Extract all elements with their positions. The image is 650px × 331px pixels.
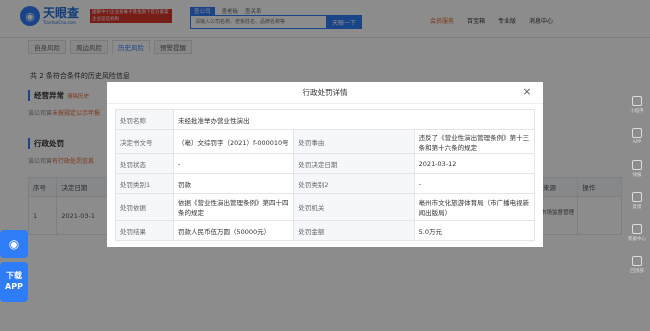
arrow-up-icon (632, 256, 642, 266)
modal-title: 行政处罚详情 (107, 82, 543, 104)
penalty-detail-modal: 行政处罚详情 × 处罚名称 未经批准举办营业性演出 决定书文号 （亳）文综罚字（… (107, 82, 543, 247)
detail-row: 决定书文号 （亳）文综罚字（2021）f-000010号 处罚事由 违反了《营业… (115, 129, 536, 154)
close-icon[interactable]: × (521, 86, 533, 98)
sidebar-item-feedback[interactable]: 反馈 (632, 192, 642, 221)
detail-row: 处罚依据 依据《营业性演出管理条例》第四十四条的规定 处罚机关 亳州市文化旅游体… (115, 193, 536, 221)
detail-row: 处罚名称 未经批准举办营业性演出 (115, 109, 535, 130)
feedback-icon (632, 192, 642, 202)
penalty-detail-table: 处罚名称 未经批准举办营业性演出 决定书文号 （亳）文综罚字（2021）f-00… (115, 109, 536, 241)
sidebar-item-app[interactable]: APP (632, 128, 642, 157)
miniapp-icon (632, 96, 642, 106)
detail-row: 处罚结果 罚款人民币伍万圆（50000元） 处罚金额 5.0万元 (115, 220, 536, 241)
sidebar-item-miniapp[interactable]: 小程序 (630, 96, 644, 125)
news-icon (632, 160, 642, 170)
phone-icon (632, 128, 642, 138)
sidebar-item-news[interactable]: 快报 (632, 160, 642, 189)
detail-row: 处罚状态 - 处罚决定日期 2021-03-12 (115, 153, 536, 174)
app-logo-icon[interactable]: ◉ (0, 230, 28, 258)
headset-icon (632, 224, 642, 234)
download-app-panel[interactable]: ◉ 下载APP (0, 230, 29, 302)
sidebar-item-top[interactable]: 回顶部 (630, 256, 644, 285)
download-app-button[interactable]: 下载APP (0, 262, 28, 302)
detail-row: 处罚类别1 罚款 处罚类别2 - (115, 173, 536, 194)
right-sidebar: 小程序 APP 快报 反馈 客服中心 回顶部 (624, 96, 650, 285)
sidebar-item-service[interactable]: 客服中心 (628, 224, 646, 253)
